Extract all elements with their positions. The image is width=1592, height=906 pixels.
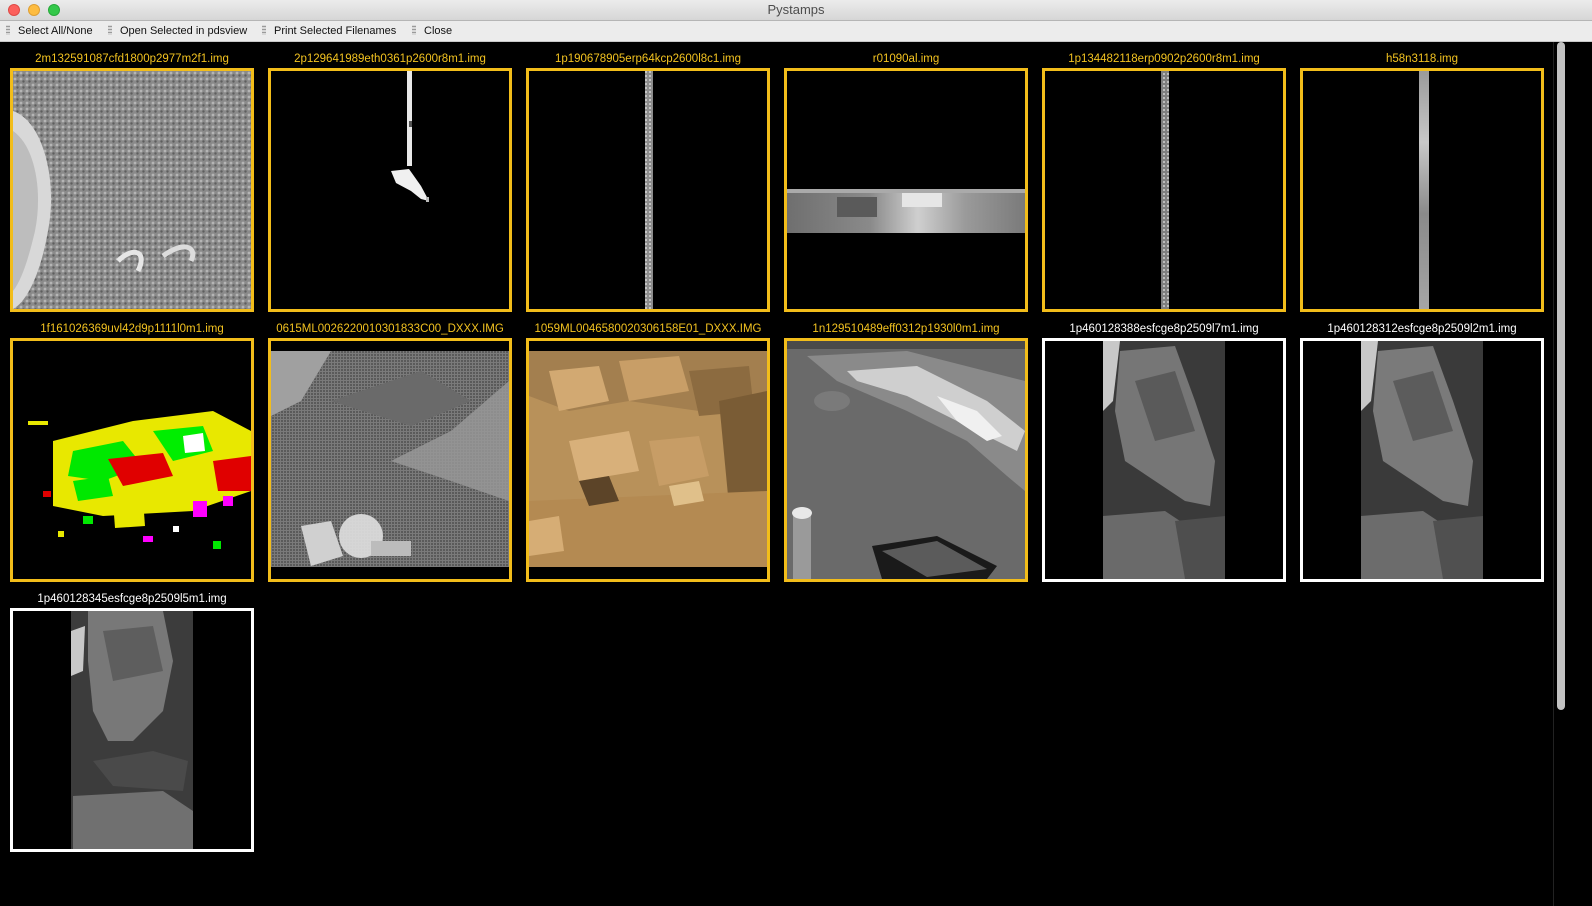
toolbar: Select All/None Open Selected in pdsview…: [0, 21, 1592, 42]
print-selected-button[interactable]: Print Selected Filenames: [262, 24, 396, 40]
stamp-filename: 1p134482118erp0902p2600r8m1.img: [1068, 53, 1260, 65]
stamp-item[interactable]: 1p460128312esfcge8p2509l2m1.img: [1300, 322, 1544, 582]
stamp-item[interactable]: 1p190678905erp64kcp2600l8c1.img: [526, 52, 770, 312]
stamp-item[interactable]: r01090al.img: [784, 52, 1028, 312]
stamp-filename: h58n3118.img: [1385, 53, 1459, 65]
stamp-item[interactable]: 1p134482118erp0902p2600r8m1.img: [1042, 52, 1286, 312]
stamp-thumbnail[interactable]: [1042, 68, 1286, 312]
stamp-filename: 1p460128388esfcge8p2509l7m1.img: [1069, 323, 1259, 335]
stamp-filename: 1059ML0046580020306158E01_DXXX.IMG: [534, 323, 762, 335]
stamp-filename: 1p460128312esfcge8p2509l2m1.img: [1327, 323, 1517, 335]
close-button[interactable]: Close: [412, 24, 452, 40]
stamp-thumbnail[interactable]: [526, 68, 770, 312]
thumbnail-image: [787, 71, 1025, 309]
stamp-item[interactable]: 2m132591087cfd1800p2977m2f1.img: [10, 52, 254, 312]
thumbnail-image: [13, 611, 251, 849]
stamp-thumbnail[interactable]: [10, 338, 254, 582]
stamp-thumbnail[interactable]: [1300, 338, 1544, 582]
thumbnail-image: [1303, 71, 1541, 309]
toolbar-grip-icon: [6, 25, 10, 35]
stamp-thumbnail[interactable]: [784, 68, 1028, 312]
stamp-thumbnail[interactable]: [10, 68, 254, 312]
thumbnail-image: [1045, 341, 1283, 579]
stamp-item[interactable]: 1n129510489eff0312p1930l0m1.img: [784, 322, 1028, 582]
stamp-grid: 2m132591087cfd1800p2977m2f1.img 2p129641…: [0, 42, 1553, 906]
select-all-button[interactable]: Select All/None: [6, 24, 93, 40]
thumbnail-image: [13, 341, 251, 579]
stamp-item[interactable]: 2p129641989eth0361p2600r8m1.img: [268, 52, 512, 312]
stamp-item[interactable]: 1f161026369uvl42d9p1111l0m1.img: [10, 322, 254, 582]
thumbnail-image: [529, 341, 767, 579]
stamp-thumbnail[interactable]: [268, 338, 512, 582]
stamp-item[interactable]: 1p460128388esfcge8p2509l7m1.img: [1042, 322, 1286, 582]
stamp-filename: 2m132591087cfd1800p2977m2f1.img: [35, 53, 229, 65]
stamp-filename: 1p460128345esfcge8p2509l5m1.img: [37, 593, 227, 605]
thumbnail-image: [13, 71, 251, 309]
stamp-thumbnail[interactable]: [784, 338, 1028, 582]
thumbnail-image: [271, 71, 509, 309]
stamp-filename: r01090al.img: [872, 53, 940, 65]
toolbar-grip-icon: [412, 25, 416, 35]
window-margin: [1569, 42, 1592, 906]
stamp-filename: 1f161026369uvl42d9p1111l0m1.img: [40, 323, 224, 335]
thumbnail-image: [1045, 71, 1283, 309]
open-selected-button[interactable]: Open Selected in pdsview: [108, 24, 247, 40]
stamp-thumbnail[interactable]: [10, 608, 254, 852]
stamp-item[interactable]: 1p460128345esfcge8p2509l5m1.img: [10, 592, 254, 852]
vertical-scrollbar[interactable]: [1553, 42, 1569, 906]
stamp-filename: 1n129510489eff0312p1930l0m1.img: [812, 323, 1000, 335]
thumbnail-image: [271, 341, 509, 579]
stamp-item[interactable]: 0615ML0026220010301833C00_DXXX.IMG: [268, 322, 512, 582]
title-bar: Pystamps: [0, 0, 1592, 21]
stamp-item[interactable]: 1059ML0046580020306158E01_DXXX.IMG: [526, 322, 770, 582]
stamp-item[interactable]: h58n3118.img: [1300, 52, 1544, 312]
stamp-thumbnail[interactable]: [268, 68, 512, 312]
stamp-thumbnail[interactable]: [1042, 338, 1286, 582]
thumbnail-image: [1303, 341, 1541, 579]
stamp-filename: 0615ML0026220010301833C00_DXXX.IMG: [276, 323, 504, 335]
toolbar-grip-icon: [262, 25, 266, 35]
stamp-filename: 1p190678905erp64kcp2600l8c1.img: [554, 53, 742, 65]
stamp-thumbnail[interactable]: [526, 338, 770, 582]
thumbnail-image: [529, 71, 767, 309]
window-title: Pystamps: [767, 2, 825, 17]
stamp-filename: 2p129641989eth0361p2600r8m1.img: [294, 53, 486, 65]
scrollbar-thumb[interactable]: [1557, 42, 1565, 710]
thumbnail-image: [787, 341, 1025, 579]
toolbar-grip-icon: [108, 25, 112, 35]
stamp-thumbnail[interactable]: [1300, 68, 1544, 312]
